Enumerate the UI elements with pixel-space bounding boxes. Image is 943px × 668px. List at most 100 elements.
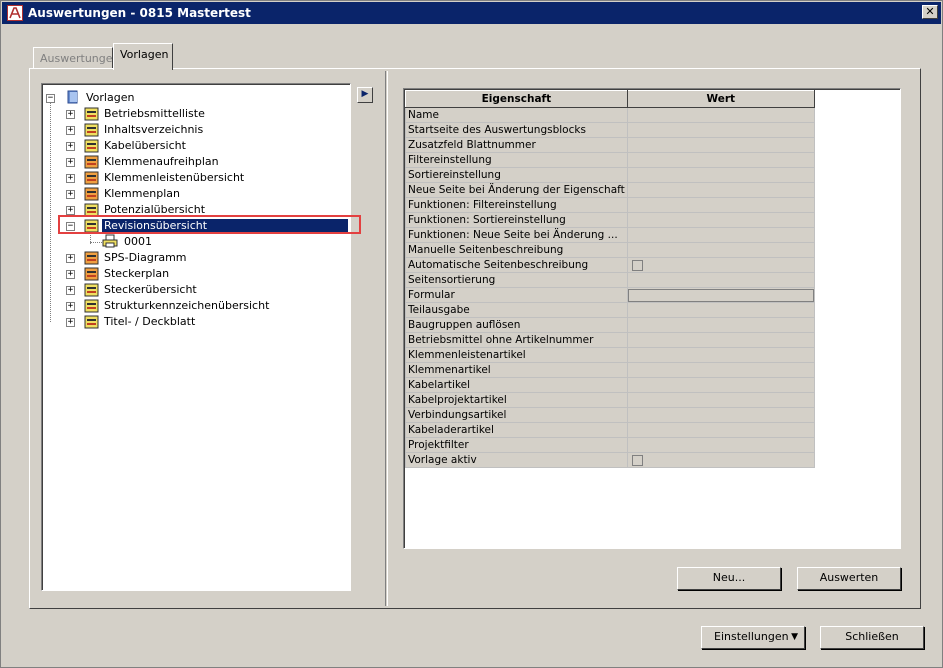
column-header-property[interactable]: Eigenschaft [405,90,628,108]
property-name: Funktionen: Neue Seite bei Änderung ... [405,227,628,243]
property-row[interactable]: Formular [405,287,815,303]
tree-item-label: Betriebsmittelliste [104,107,205,120]
expand-icon[interactable]: + [66,318,75,327]
property-value[interactable] [626,287,815,303]
close-icon[interactable]: ✕ [922,5,938,19]
property-name: Vorlage aktiv [405,452,628,468]
property-value[interactable] [626,437,815,453]
property-name: Funktionen: Filtereinstellung [405,197,628,213]
property-row[interactable]: Betriebsmittel ohne Artikelnummer [405,332,815,348]
play-arrow-icon[interactable]: ▶ [357,87,373,103]
template-icon [84,299,100,313]
property-value[interactable] [626,317,815,333]
expand-icon[interactable]: + [66,302,75,311]
tree-item-label: Inhaltsverzeichnis [104,123,204,136]
property-value[interactable] [626,182,815,198]
expand-icon[interactable]: + [66,254,75,263]
template-icon [84,171,100,185]
property-value[interactable] [626,242,815,258]
property-row[interactable]: Neue Seite bei Änderung der Eigenschaft [405,182,815,198]
tree-child-label: 0001 [124,235,152,248]
property-row[interactable]: Kabelartikel [405,377,815,393]
template-icon [84,315,100,329]
property-value[interactable] [626,167,815,183]
property-row[interactable]: Automatische Seitenbeschreibung [405,257,815,273]
property-value[interactable] [626,137,815,153]
property-value[interactable] [626,227,815,243]
property-value[interactable] [626,452,815,468]
property-value[interactable] [626,212,815,228]
property-value[interactable] [626,152,815,168]
template-tree[interactable]: − Vorlagen + Betriebsmittelliste + Inhal… [41,83,351,591]
property-grid[interactable]: Eigenschaft Wert Name Startseite des Ausw… [403,88,901,549]
property-value[interactable] [626,122,815,138]
property-value[interactable] [626,377,815,393]
new-button[interactable]: Neu... [677,567,781,590]
property-value[interactable] [626,392,815,408]
checkbox[interactable] [631,454,643,466]
property-value[interactable] [626,362,815,378]
property-row[interactable]: Verbindungsartikel [405,407,815,423]
expand-icon[interactable]: + [66,142,75,151]
tab-auswertungen[interactable]: Auswertungen [33,47,120,69]
property-row[interactable]: Vorlage aktiv [405,452,815,468]
property-value[interactable] [626,197,815,213]
splitter[interactable] [385,71,388,606]
template-icon [84,107,100,121]
property-value[interactable] [626,407,815,423]
property-row[interactable]: Teilausgabe [405,302,815,318]
property-row[interactable]: Funktionen: Filtereinstellung [405,197,815,213]
property-row[interactable]: Funktionen: Sortiereinstellung [405,212,815,228]
property-row[interactable]: Sortiereinstellung [405,167,815,183]
column-header-value[interactable]: Wert [626,90,815,108]
title-bar[interactable]: Auswertungen - 0815 Mastertest ✕ [2,2,941,24]
expand-icon[interactable]: + [66,286,75,295]
evaluate-button[interactable]: Auswerten [797,567,901,590]
property-row[interactable]: Baugruppen auflösen [405,317,815,333]
property-name: Filtereinstellung [405,152,628,168]
tree-line [90,242,102,243]
tab-vorlagen[interactable]: Vorlagen [113,43,173,70]
property-name: Kabeladerartikel [405,422,628,438]
expand-icon[interactable]: + [66,174,75,183]
property-value[interactable] [626,302,815,318]
property-value[interactable] [626,107,815,123]
property-value[interactable] [626,347,815,363]
template-icon [84,283,100,297]
property-name: Startseite des Auswertungsblocks [405,122,628,138]
property-row[interactable]: Startseite des Auswertungsblocks [405,122,815,138]
expand-icon[interactable]: + [66,126,75,135]
formular-field[interactable] [628,288,814,302]
expand-icon[interactable]: + [66,270,75,279]
property-row[interactable]: Seitensortierung [405,272,815,288]
tree-item-label: Klemmenaufreihplan [104,155,219,168]
tree-item-label: Titel- / Deckblatt [104,315,196,328]
expand-icon[interactable]: + [66,206,75,215]
template-icon [84,155,100,169]
property-row[interactable]: Projektfilter [405,437,815,453]
property-row[interactable]: Zusatzfeld Blattnummer [405,137,815,153]
property-name: Baugruppen auflösen [405,317,628,333]
property-value[interactable] [626,272,815,288]
property-value[interactable] [626,422,815,438]
expand-icon[interactable]: + [66,110,75,119]
property-row[interactable]: Manuelle Seitenbeschreibung [405,242,815,258]
property-row[interactable]: Filtereinstellung [405,152,815,168]
property-row[interactable]: Funktionen: Neue Seite bei Änderung ... [405,227,815,243]
expand-icon[interactable]: + [66,190,75,199]
property-row[interactable]: Name [405,107,815,123]
expand-icon[interactable]: + [66,158,75,167]
property-name: Betriebsmittel ohne Artikelnummer [405,332,628,348]
property-row[interactable]: Kabeladerartikel [405,422,815,438]
checkbox[interactable] [631,259,643,271]
close-button[interactable]: Schließen [820,626,924,649]
settings-button-label: Einstellungen [714,630,789,643]
property-row[interactable]: Klemmenleistenartikel [405,347,815,363]
property-value[interactable] [626,332,815,348]
settings-button[interactable]: Einstellungen ▼ [701,626,805,649]
property-value[interactable] [626,257,815,273]
property-name: Name [405,107,628,123]
property-row[interactable]: Kabelprojektartikel [405,392,815,408]
property-row[interactable]: Klemmenartikel [405,362,815,378]
dropdown-arrow-icon[interactable]: ▼ [791,627,798,647]
